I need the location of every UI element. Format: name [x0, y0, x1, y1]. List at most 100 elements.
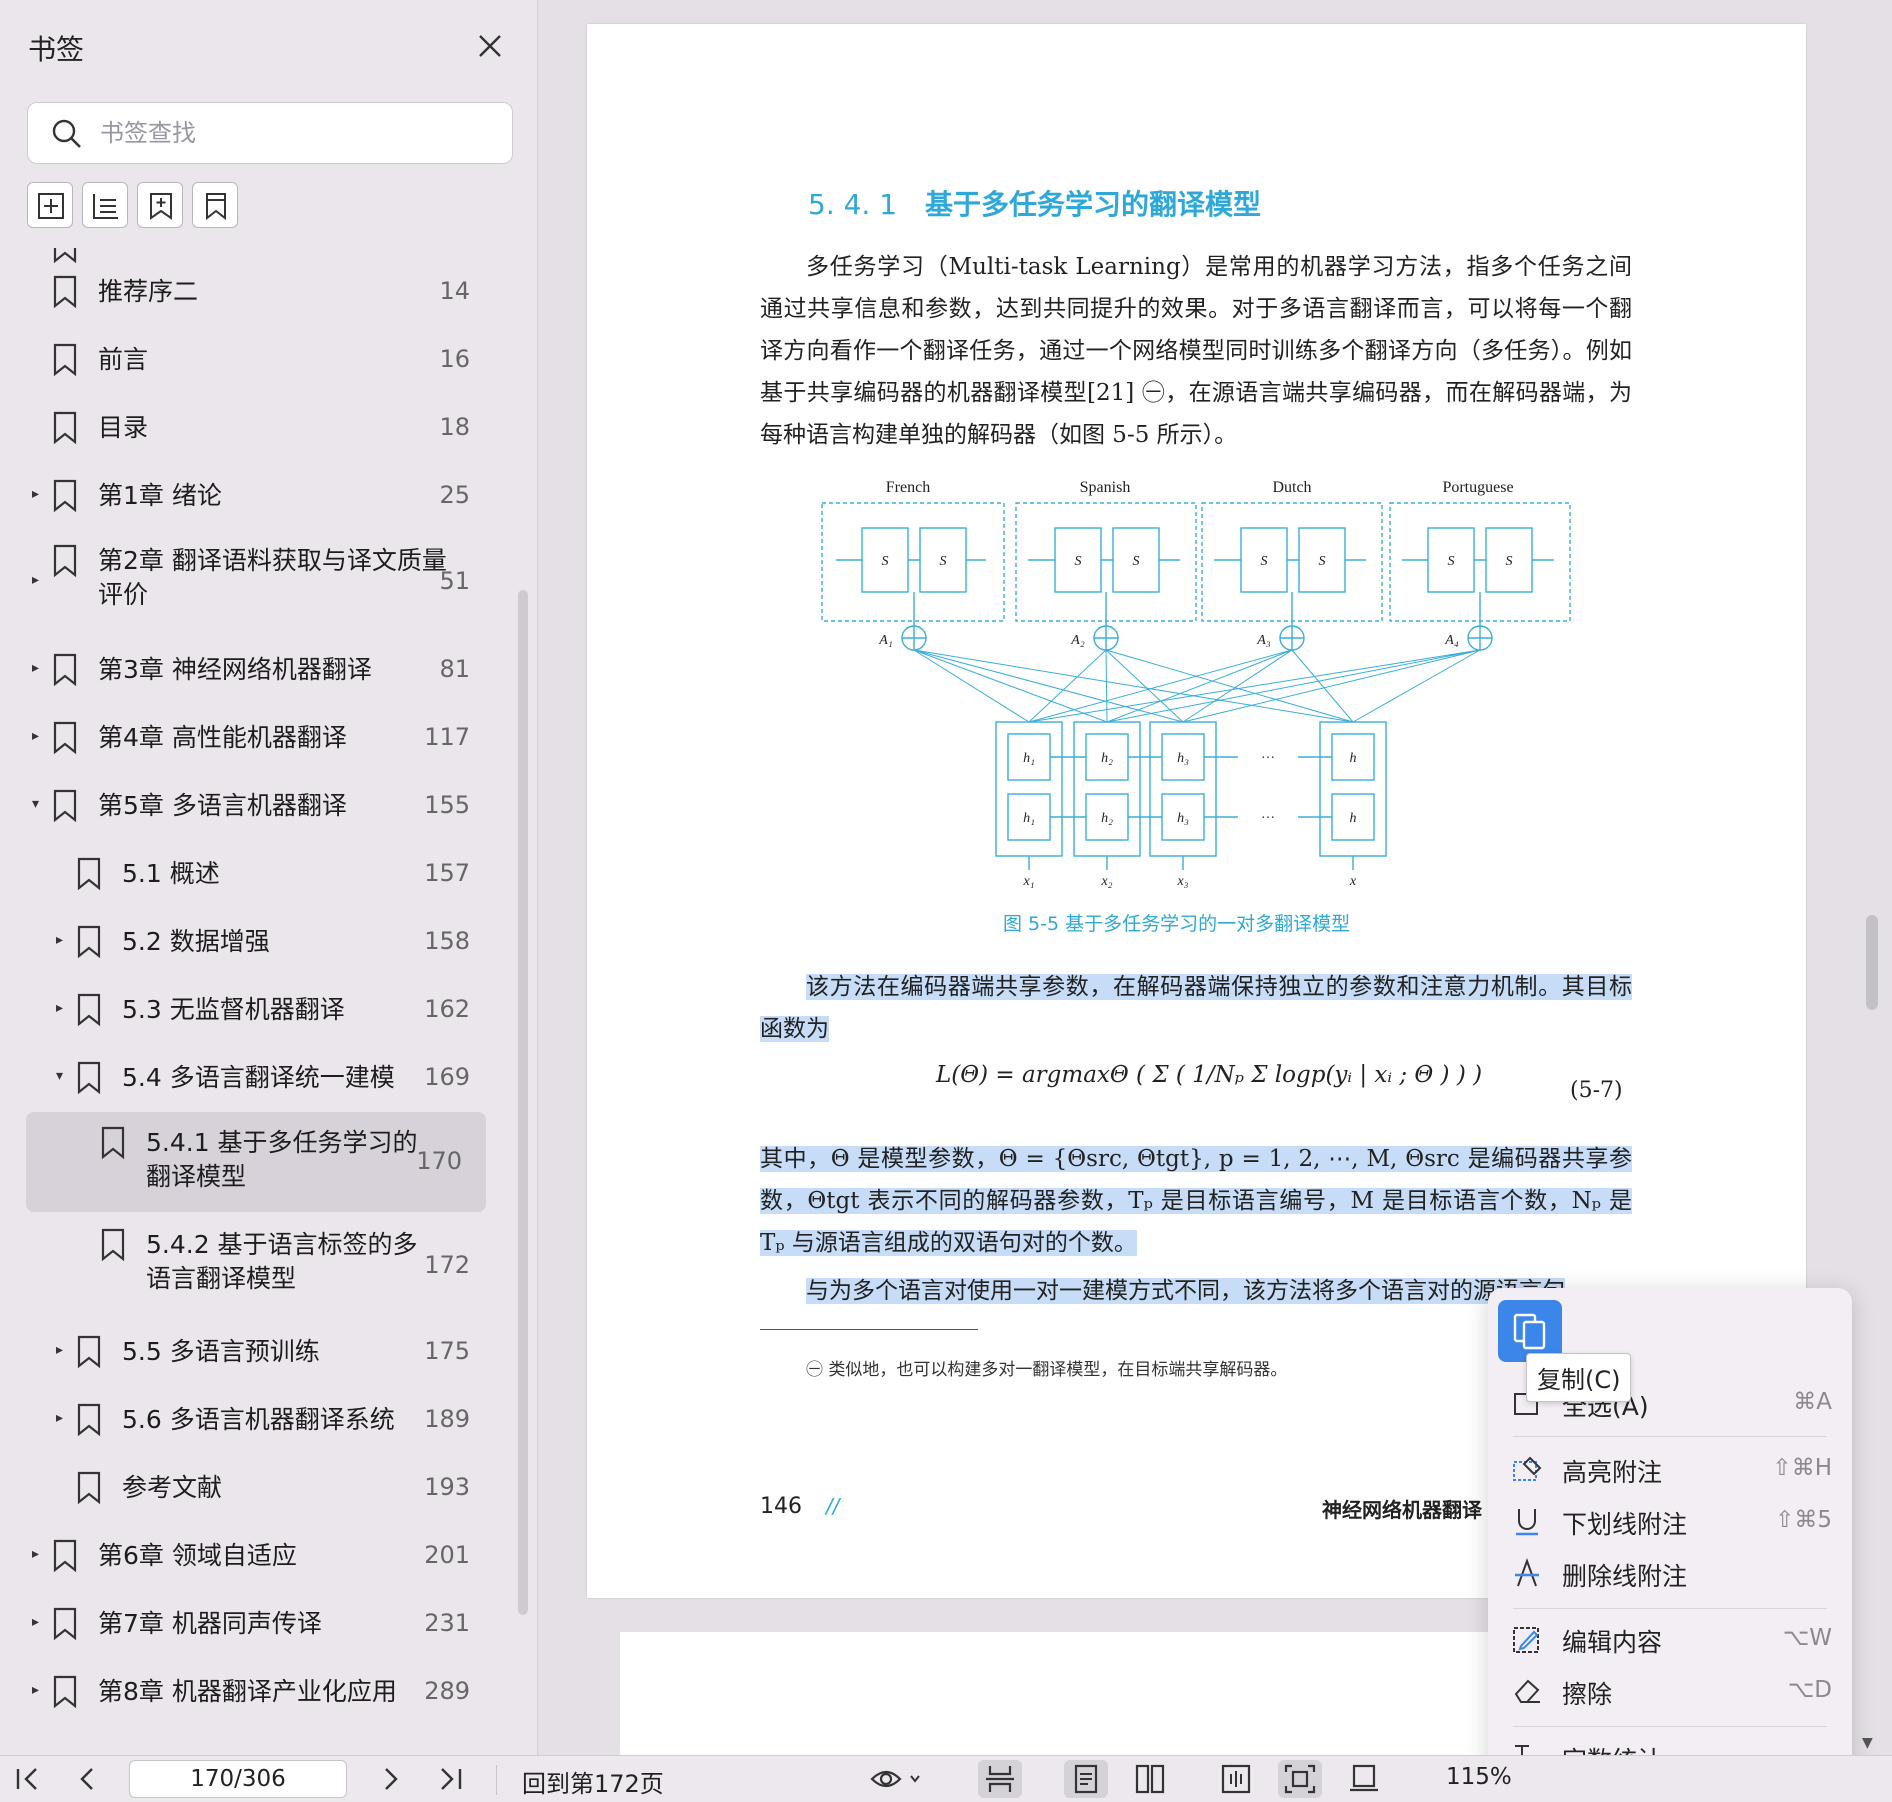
menu-erase[interactable]: 擦除 ⌥D [1510, 1670, 1832, 1714]
single-page-button[interactable] [1064, 1760, 1108, 1798]
bookmark-label: 第7章 机器同声传译 [98, 1607, 322, 1641]
bookmark-item[interactable]: ▸ 第7章 机器同声传译 231 [0, 1590, 520, 1658]
collapsed-arrow-icon[interactable]: ▸ [32, 486, 46, 502]
fit-width-button[interactable] [1214, 1760, 1258, 1798]
add-child-bookmark-button[interactable] [137, 182, 183, 228]
bookmark-item[interactable]: 5.4.2 基于语言标签的多 语言翻译模型 172 [0, 1214, 520, 1318]
bookmark-page-number: 175 [424, 1337, 470, 1365]
collapsed-arrow-icon[interactable]: ▸ [32, 1546, 46, 1562]
bookmark-item[interactable]: ▸ 5.6 多语言机器翻译系统 189 [0, 1386, 520, 1454]
close-icon[interactable] [470, 26, 510, 66]
zoom-level[interactable]: 115% [1446, 1764, 1512, 1790]
scroll-down-arrow-icon[interactable]: ▼ [1862, 1735, 1873, 1751]
svg-text:x₂: x₂ [1100, 874, 1112, 889]
two-page-button[interactable] [1128, 1760, 1172, 1798]
bookmark-item[interactable]: ▸ 第3章 神经网络机器翻译 81 [0, 636, 520, 704]
paragraph-2-text[interactable]: 该方法在编码器端共享参数，在解码器端保持独立的参数和注意力机制。其目标函数为 [760, 974, 1632, 1042]
menu-strikethrough-annotation[interactable]: 删除线附注 [1510, 1552, 1832, 1596]
bookmark-button[interactable] [192, 182, 238, 228]
bookmark-item[interactable]: ▸ 5.2 数据增强 158 [0, 908, 520, 976]
expand-arrow-icon[interactable]: ▾ [32, 796, 46, 812]
collapsed-arrow-icon[interactable]: ▸ [32, 572, 46, 588]
svg-text:h₂: h₂ [1101, 811, 1113, 826]
fit-page-button[interactable] [1278, 1760, 1322, 1798]
collapsed-arrow-icon[interactable]: ▸ [56, 932, 70, 948]
svg-text:x: x [1349, 874, 1357, 889]
bookmark-item[interactable]: ▸ 5.3 无监督机器翻译 162 [0, 976, 520, 1044]
bookmark-item[interactable]: 5.1 概述 157 [0, 840, 520, 908]
collapsed-arrow-icon[interactable]: ▸ [56, 1410, 70, 1426]
bookmark-item[interactable]: ▸ 5.5 多语言预训练 175 [0, 1318, 520, 1386]
page-number-input[interactable] [129, 1760, 347, 1798]
paragraph-4-text[interactable]: 与为多个语言对使用一对一建模方式不同，该方法将多个语言对的源语言句 [806, 1278, 1565, 1304]
menu-highlight-annotation[interactable]: 高亮附注 ⇧⌘H [1510, 1448, 1832, 1492]
continuous-scroll-button[interactable] [978, 1760, 1022, 1798]
bookmark-item[interactable]: ▸ 第1章 绪论 25 [0, 462, 520, 530]
previous-page-button[interactable] [68, 1760, 108, 1798]
bookmark-item[interactable]: ▾ 第5章 多语言机器翻译 155 [0, 772, 520, 840]
figure-lang-label: French [886, 479, 930, 496]
bookmark-icon [53, 721, 77, 755]
bookmark-label: 5.4.2 基于语言标签的多 语言翻译模型 [146, 1228, 418, 1296]
sidebar-scrollbar[interactable] [518, 590, 528, 1615]
collapsed-arrow-icon[interactable]: ▸ [32, 728, 46, 744]
bookmark-search-input[interactable] [100, 113, 490, 153]
figure-caption: 图 5-5 基于多任务学习的一对多翻译模型 [1003, 913, 1351, 935]
paragraph-2[interactable]: 该方法在编码器端共享参数，在解码器端保持独立的参数和注意力机制。其目标函数为 [760, 966, 1632, 1050]
bookmark-item[interactable]: ▸ 第2章 翻译语料获取与译文质量 评价 51 [0, 530, 520, 634]
bookmark-search[interactable] [27, 102, 513, 164]
menu-separator [1513, 1726, 1827, 1727]
bookmark-item[interactable]: 前言 16 [0, 326, 520, 394]
menu-item-shortcut: ⌘A [1793, 1389, 1832, 1415]
continuous-page-icon [986, 1766, 1014, 1792]
section-title: 基于多任务学习的翻译模型 [925, 188, 1262, 221]
bookmark-label-line: 前言 [98, 345, 149, 374]
rotate-button[interactable] [1342, 1760, 1386, 1798]
collapse-icon [93, 194, 118, 219]
view-mode-button[interactable] [868, 1760, 928, 1798]
expand-arrow-icon[interactable]: ▾ [56, 1068, 70, 1084]
paragraph-3-text[interactable]: 其中，Θ 是模型参数，Θ = {Θsrc, Θtgt}, p = 1, 2, ⋯… [760, 1146, 1632, 1256]
next-page-button[interactable] [370, 1760, 410, 1798]
bookmark-plus-icon [150, 193, 172, 220]
collapsed-arrow-icon[interactable]: ▸ [32, 1614, 46, 1630]
svg-text:···: ··· [1261, 751, 1275, 766]
collapse-bookmarks-button[interactable] [82, 182, 128, 228]
collapsed-arrow-icon[interactable]: ▸ [32, 1682, 46, 1698]
paragraph-1[interactable]: 多任务学习（Multi-task Learning）是常用的机器学习方法，指多个… [760, 246, 1632, 456]
add-bookmark-button[interactable] [27, 182, 73, 228]
bookmark-icon [53, 479, 77, 513]
bookmark-item[interactable]: 推荐序二 14 [0, 258, 520, 326]
document-scrollbar[interactable] [1866, 915, 1878, 1010]
bookmark-label-line: 5.4.2 基于语言标签的多 [146, 1230, 418, 1259]
menu-edit-content[interactable]: 编辑内容 ⌥W [1510, 1618, 1832, 1662]
svg-text:S: S [1319, 554, 1326, 569]
bookmark-label: 5.4.1 基于多任务学习的 翻译模型 [146, 1126, 418, 1194]
bookmark-item[interactable]: ▸ 第8章 机器翻译产业化应用 289 [0, 1658, 520, 1726]
bookmark-item[interactable]: 参考文献 193 [0, 1454, 520, 1522]
menu-item-shortcut: ⌥D [1787, 1677, 1832, 1703]
bookmark-item[interactable]: ▾ 5.4 多语言翻译统一建模 169 [0, 1044, 520, 1112]
collapsed-arrow-icon[interactable]: ▸ [56, 1342, 70, 1358]
bookmark-label: 参考文献 [122, 1471, 222, 1505]
bookmark-item[interactable]: ▸ 第4章 高性能机器翻译 117 [0, 704, 520, 772]
bookmark-item[interactable]: 目录 18 [0, 394, 520, 462]
collapsed-arrow-icon[interactable]: ▸ [56, 1000, 70, 1016]
last-page-button[interactable] [430, 1760, 470, 1798]
collapsed-arrow-icon[interactable]: ▸ [32, 660, 46, 676]
bookmark-label-line: 5.3 无监督机器翻译 [122, 995, 345, 1024]
bookmark-item[interactable]: ▸ 第6章 领域自适应 201 [0, 1522, 520, 1590]
bookmark-page-number: 51 [439, 567, 470, 595]
paragraph-3[interactable]: 其中，Θ 是模型参数，Θ = {Θsrc, Θtgt}, p = 1, 2, ⋯… [760, 1138, 1632, 1264]
bookmark-page-number: 162 [424, 995, 470, 1023]
eye-icon [870, 1770, 920, 1788]
svg-text:S: S [1506, 554, 1513, 569]
menu-item-label: 下划线附注 [1562, 1510, 1688, 1539]
menu-underline-annotation[interactable]: 下划线附注 ⇧⌘5 [1510, 1500, 1832, 1544]
bookmark-label: 目录 [98, 411, 148, 445]
bookmark-item[interactable]: 5.4.1 基于多任务学习的 翻译模型 170 [26, 1112, 486, 1212]
first-page-button[interactable] [8, 1760, 48, 1798]
bookmark-icon [53, 544, 77, 578]
footnote-divider [760, 1329, 978, 1330]
back-to-page-link[interactable]: 回到第172页 [522, 1764, 664, 1799]
